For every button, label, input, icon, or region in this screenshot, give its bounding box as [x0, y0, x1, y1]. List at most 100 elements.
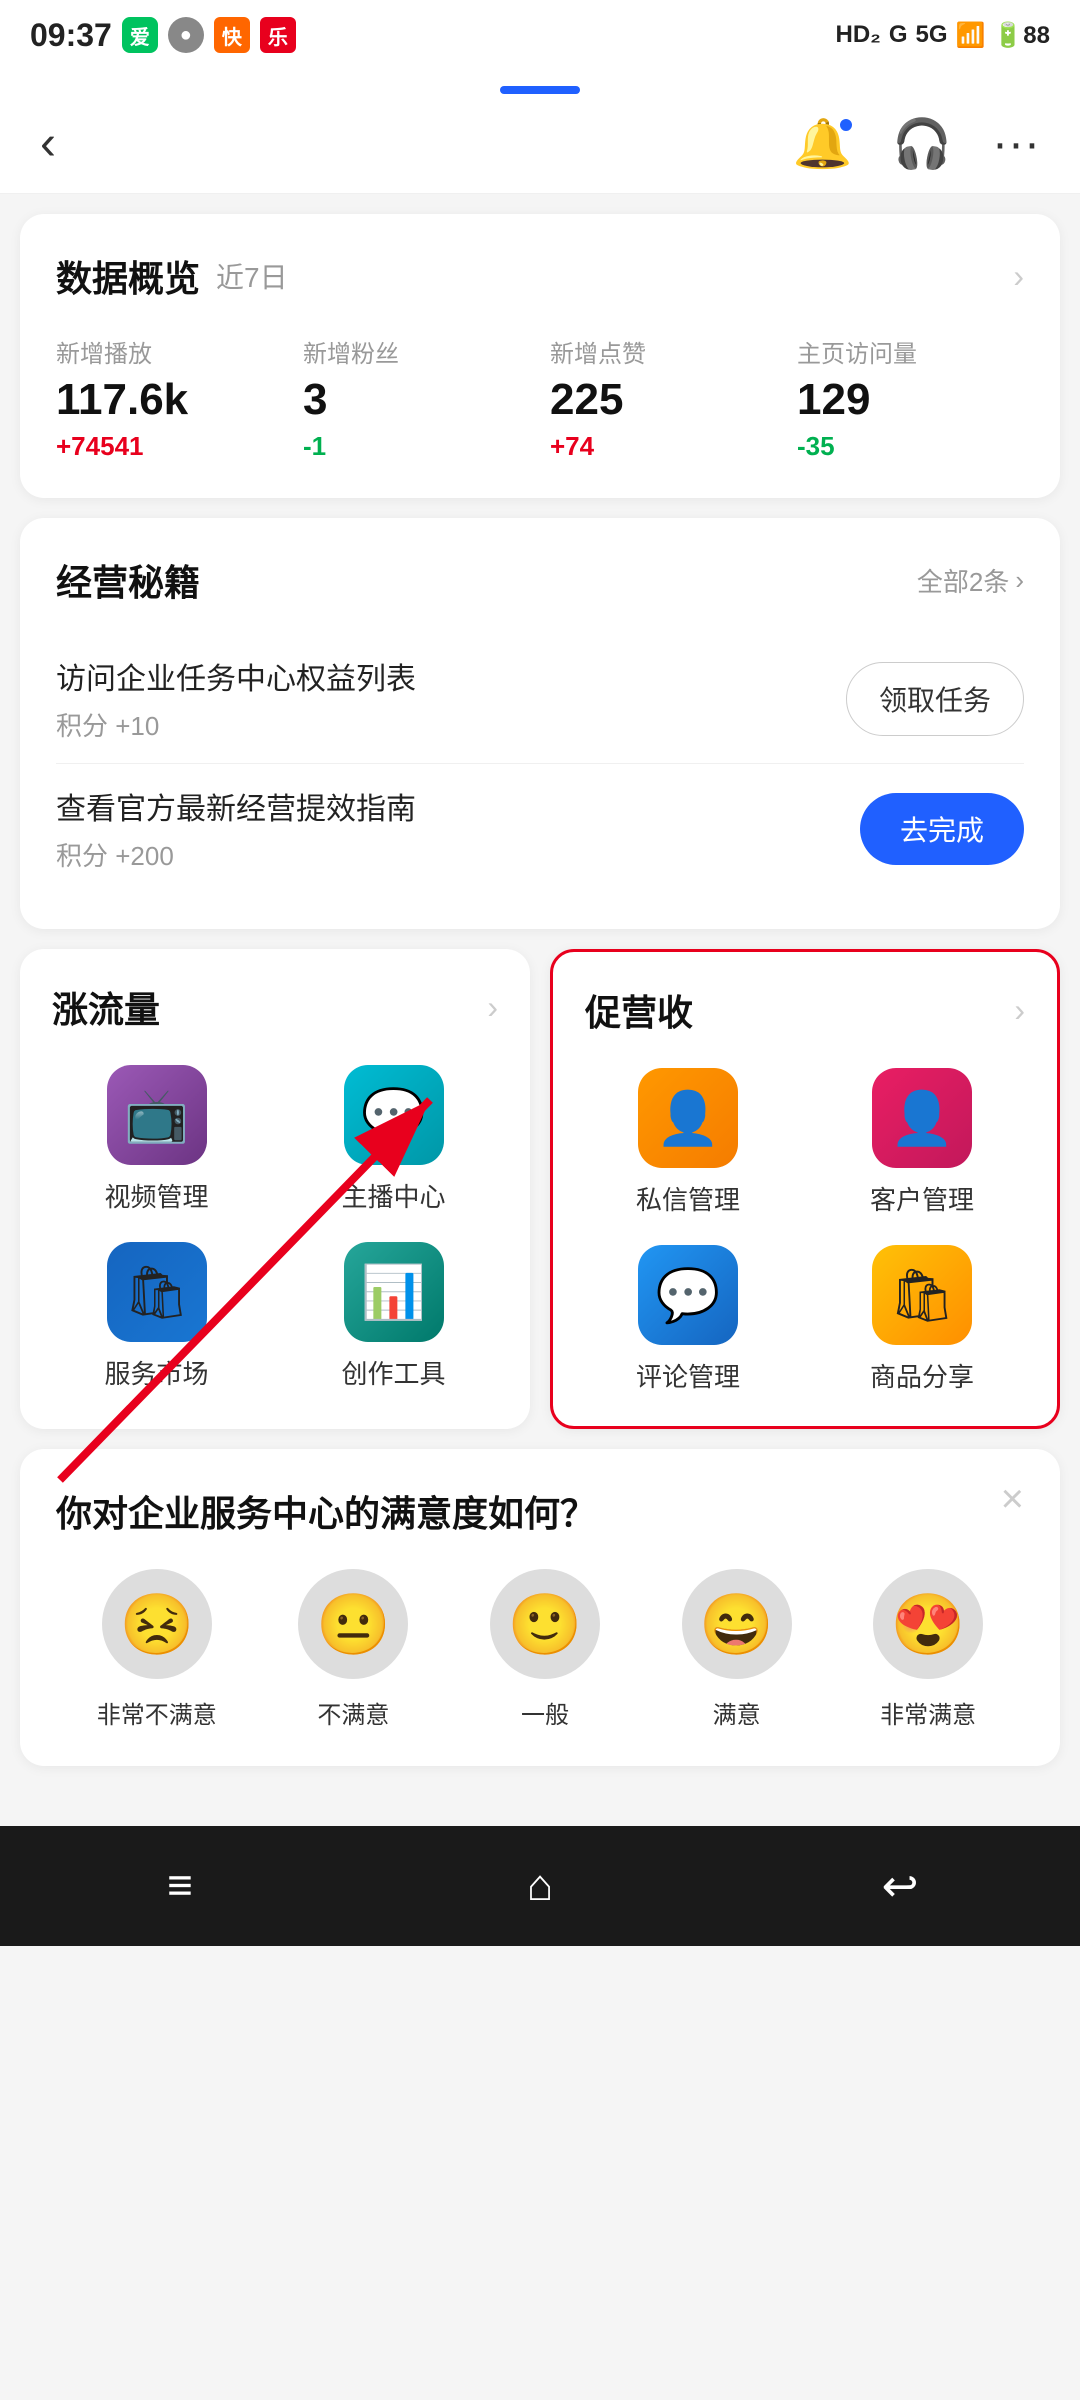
- business-count-label: 全部2条: [917, 562, 1009, 599]
- tools-card-right: 促营收 › 👤 私信管理 👤 客户管理: [550, 949, 1060, 1429]
- icon-item-creation[interactable]: 📊 创作工具: [289, 1242, 498, 1391]
- emoji-very-satisfied-label: 非常满意: [880, 1695, 976, 1730]
- emoji-satisfied[interactable]: 😄 满意: [682, 1569, 792, 1730]
- metric-plays-value: 117.6k: [56, 375, 283, 425]
- msg-icon: ●: [168, 17, 204, 53]
- emoji-very-satisfied[interactable]: 😍 非常满意: [873, 1569, 983, 1730]
- comment-label: 评论管理: [636, 1357, 740, 1394]
- customer-icon: 👤: [890, 1088, 955, 1149]
- comment-icon-box: 💬: [638, 1245, 738, 1345]
- nav-home-button[interactable]: ⌂: [480, 1846, 600, 1926]
- tools-card-left: 涨流量 › 📺 视频管理 💬 主播中心: [20, 949, 530, 1429]
- icon-item-comment[interactable]: 💬 评论管理: [585, 1245, 791, 1394]
- top-pill: [0, 70, 1080, 94]
- icon-item-video[interactable]: 📺 视频管理: [52, 1065, 261, 1214]
- metric-fans-label: 新增粉丝: [303, 334, 530, 369]
- page-wrapper: 09:37 爱 ● 快 乐 HD₂ G 5G 📶 🔋88 ‹ 🔔 🎧 ···: [0, 0, 1080, 1946]
- metric-fans-value: 3: [303, 375, 530, 425]
- creation-icon-box: 📊: [344, 1242, 444, 1342]
- tools-left-title: 涨流量: [52, 981, 160, 1033]
- nav-menu-button[interactable]: ≡: [120, 1846, 240, 1926]
- message-label: 私信管理: [636, 1180, 740, 1217]
- orange-icon: 快: [214, 17, 250, 53]
- notification-wrapper[interactable]: 🔔: [793, 115, 853, 172]
- data-overview-card: 数据概览 近7日 › 新增播放 117.6k +74541 新增粉丝 3 -1 …: [20, 214, 1060, 498]
- status-right: HD₂ G 5G 📶 🔋88: [836, 21, 1050, 50]
- iqiyi-icon: 爱: [122, 17, 158, 53]
- emoji-row: 😣 非常不满意 😐 不满意 🙂 一般 😄 满意 😍 非常满意: [56, 1569, 1024, 1730]
- signal-5g: 5G: [916, 21, 948, 49]
- product-icon-box: 🛍: [872, 1245, 972, 1345]
- business-secrets-count[interactable]: 全部2条 ›: [917, 562, 1024, 599]
- task-2-button[interactable]: 去完成: [860, 793, 1024, 865]
- tools-left-arrow[interactable]: ›: [487, 989, 498, 1026]
- customer-icon-box: 👤: [872, 1068, 972, 1168]
- wifi-icon: 📶: [956, 21, 986, 50]
- metric-visits-value: 129: [797, 375, 1024, 425]
- red-icon: 乐: [260, 17, 296, 53]
- creation-icon: 📊: [361, 1262, 426, 1323]
- icon-item-customer[interactable]: 👤 客户管理: [819, 1068, 1025, 1217]
- task-1-points: 积分 +10: [56, 706, 416, 743]
- service-icon-box: 🛍: [107, 1242, 207, 1342]
- emoji-very-satisfied-face: 😍: [873, 1569, 983, 1679]
- emoji-very-unsatisfied[interactable]: 😣 非常不满意: [97, 1569, 217, 1730]
- product-label: 商品分享: [870, 1357, 974, 1394]
- metric-likes-change: +74: [550, 431, 777, 462]
- task-2-desc: 查看官方最新经营提效指南: [56, 784, 416, 828]
- header-right: 🔔 🎧 ···: [793, 115, 1040, 172]
- data-overview-header: 数据概览 近7日 ›: [56, 250, 1024, 302]
- emoji-satisfied-face: 😄: [682, 1569, 792, 1679]
- survey-card: × 你对企业服务中心的满意度如何？ 😣 非常不满意 😐 不满意 🙂 一般 😄 满…: [20, 1449, 1060, 1766]
- video-icon-box: 📺: [107, 1065, 207, 1165]
- business-secrets-card: 经营秘籍 全部2条 › 访问企业任务中心权益列表 积分 +10 领取任务 查看官…: [20, 518, 1060, 929]
- data-overview-arrow[interactable]: ›: [1013, 258, 1024, 295]
- task-2-left: 查看官方最新经营提效指南 积分 +200: [56, 784, 416, 873]
- headset-icon[interactable]: 🎧: [892, 115, 952, 172]
- data-overview-title: 数据概览: [56, 250, 200, 302]
- spacer: [0, 1766, 1080, 1806]
- product-icon: 🛍: [889, 1265, 955, 1326]
- hd-indicator: HD₂: [836, 21, 881, 49]
- service-label: 服务市场: [104, 1354, 208, 1391]
- emoji-neutral[interactable]: 🙂 一般: [490, 1569, 600, 1730]
- tools-right-title: 促营收: [585, 984, 693, 1036]
- status-left: 09:37 爱 ● 快 乐: [30, 17, 296, 54]
- survey-close-button[interactable]: ×: [1001, 1477, 1024, 1522]
- emoji-very-unsatisfied-label: 非常不满意: [97, 1695, 217, 1730]
- icon-item-anchor[interactable]: 💬 主播中心: [289, 1065, 498, 1214]
- metric-likes-value: 225: [550, 375, 777, 425]
- customer-label: 客户管理: [870, 1180, 974, 1217]
- nav-back-button[interactable]: ↩: [840, 1846, 960, 1926]
- emoji-very-unsatisfied-face: 😣: [102, 1569, 212, 1679]
- tools-right-arrow[interactable]: ›: [1014, 992, 1025, 1029]
- business-count-arrow: ›: [1015, 565, 1024, 596]
- task-2-points: 积分 +200: [56, 836, 416, 873]
- scroll-pill: [500, 86, 580, 94]
- creation-label: 创作工具: [341, 1354, 445, 1391]
- task-1-button[interactable]: 领取任务: [846, 662, 1024, 736]
- tools-left-grid: 📺 视频管理 💬 主播中心 🛍 服务市场: [52, 1065, 498, 1391]
- metric-fans-change: -1: [303, 431, 530, 462]
- nav-bar: ≡ ⌂ ↩: [0, 1826, 1080, 1946]
- emoji-neutral-label: 一般: [521, 1695, 569, 1730]
- anchor-icon: 💬: [361, 1085, 426, 1146]
- icon-item-service[interactable]: 🛍 服务市场: [52, 1242, 261, 1391]
- video-icon: 📺: [124, 1085, 189, 1146]
- metric-visits: 主页访问量 129 -35: [797, 334, 1024, 462]
- icon-item-product[interactable]: 🛍 商品分享: [819, 1245, 1025, 1394]
- service-icon: 🛍: [123, 1262, 189, 1323]
- icon-item-message[interactable]: 👤 私信管理: [585, 1068, 791, 1217]
- data-metrics-grid: 新增播放 117.6k +74541 新增粉丝 3 -1 新增点赞 225 +7…: [56, 334, 1024, 462]
- data-period: 近7日: [216, 256, 288, 296]
- anchor-icon-box: 💬: [344, 1065, 444, 1165]
- emoji-satisfied-label: 满意: [713, 1695, 761, 1730]
- task-1-left: 访问企业任务中心权益列表 积分 +10: [56, 654, 416, 743]
- metric-plays-change: +74541: [56, 431, 283, 462]
- back-button[interactable]: ‹: [40, 116, 56, 171]
- message-icon: 👤: [656, 1088, 721, 1149]
- more-icon[interactable]: ···: [992, 116, 1040, 171]
- emoji-unsatisfied[interactable]: 😐 不满意: [298, 1569, 408, 1730]
- battery-icon: 🔋88: [993, 21, 1050, 50]
- tools-right-grid: 👤 私信管理 👤 客户管理 💬 评论管理: [585, 1068, 1025, 1394]
